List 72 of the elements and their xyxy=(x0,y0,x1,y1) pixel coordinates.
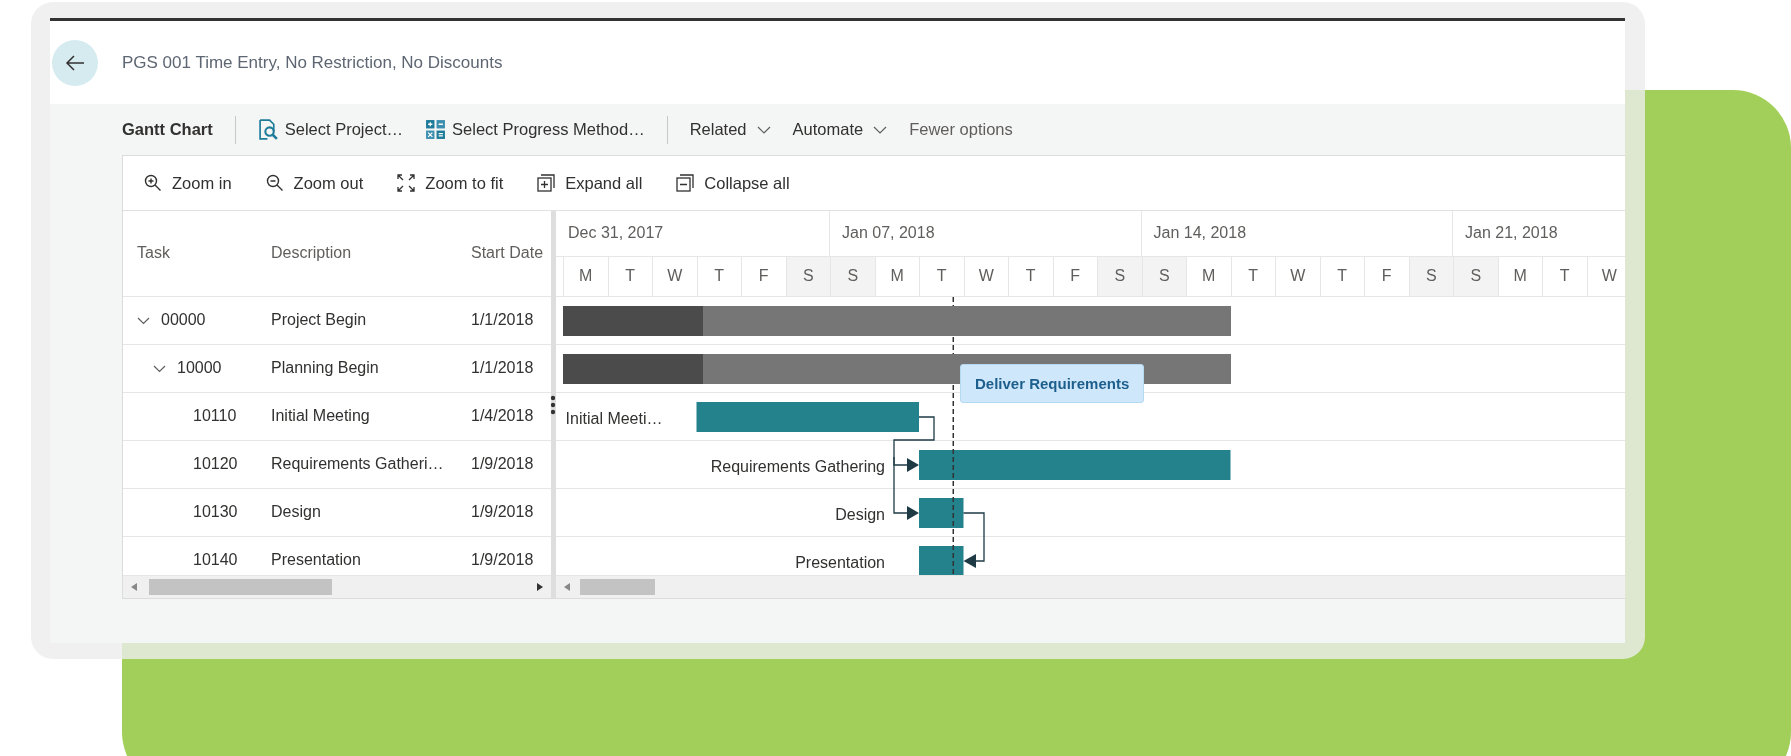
tooltip: Deliver Requirements xyxy=(960,363,1145,403)
task-number: 10110 xyxy=(193,407,237,426)
back-button[interactable] xyxy=(52,39,98,86)
week-label: Jan 07, 2018 xyxy=(842,224,935,243)
task-description: Requirements Gatheri… xyxy=(271,455,444,474)
bar-label: Requirements Gathering xyxy=(710,457,885,476)
bar-label: Design xyxy=(835,505,885,524)
task-number: 10120 xyxy=(193,455,238,474)
fewer-options-link[interactable]: Fewer options xyxy=(909,120,1013,139)
toolbar-button[interactable]: Zoom in xyxy=(144,173,232,193)
command-bar-title: Gantt Chart xyxy=(122,120,213,139)
task-description: Presentation xyxy=(271,551,361,570)
start-date: 1/9/2018 xyxy=(471,503,534,522)
task-number: 10140 xyxy=(193,551,238,570)
task-number: 10130 xyxy=(193,503,238,522)
start-date: 1/1/2018 xyxy=(471,311,534,330)
week-label: Jan 21, 2018 xyxy=(1465,224,1558,243)
scroll-left-icon[interactable] xyxy=(131,583,137,592)
toolbar-button[interactable]: Expand all xyxy=(537,173,643,193)
column-header[interactable]: Description xyxy=(271,244,352,263)
scroll-left-icon[interactable] xyxy=(564,583,570,592)
week-label: Dec 31, 2017 xyxy=(568,224,664,243)
scrollbar-thumb[interactable] xyxy=(580,579,655,596)
collapse-all-icon xyxy=(676,174,695,192)
start-date: 1/9/2018 xyxy=(471,455,534,474)
task-description: Project Begin xyxy=(271,311,367,330)
toolbar-button[interactable]: Zoom out xyxy=(265,173,364,193)
toolbar-button[interactable]: Zoom to fit xyxy=(397,173,504,193)
zoom-out-icon xyxy=(265,174,284,192)
start-date: 1/1/2018 xyxy=(471,359,534,378)
bar-label: Initial Meeti… xyxy=(565,409,663,428)
page-title: PGS 001 Time Entry, No Restriction, No Discounts xyxy=(122,52,503,73)
day-cell: S xyxy=(830,256,875,296)
chevron-down-icon xyxy=(756,124,771,135)
task-bar[interactable] xyxy=(919,449,1231,480)
document-search-icon xyxy=(257,119,279,140)
day-cell: S xyxy=(1408,256,1453,296)
day-cell: S xyxy=(785,256,830,296)
command-button[interactable]: Select Progress Method… xyxy=(425,119,645,140)
zoom-in-icon xyxy=(144,174,162,192)
day-cell: S xyxy=(1097,256,1142,296)
dependency-arrow xyxy=(962,512,985,568)
task-description: Planning Begin xyxy=(271,359,379,378)
expand-all-icon xyxy=(537,174,556,192)
drag-handle-icon[interactable] xyxy=(550,395,556,415)
task-number: 10000 xyxy=(177,359,222,378)
menu-button[interactable]: Automate xyxy=(792,120,888,139)
splitter[interactable] xyxy=(551,211,556,598)
chevron-down-icon xyxy=(873,124,888,135)
fit-icon xyxy=(397,174,416,192)
task-bar[interactable] xyxy=(919,497,964,528)
summary-bar[interactable] xyxy=(563,305,1231,336)
task-description: Initial Meeting xyxy=(271,407,370,426)
bar-label: Presentation xyxy=(795,553,885,572)
menu-button[interactable]: Related xyxy=(689,120,771,139)
column-header[interactable]: Task xyxy=(137,244,170,263)
task-bar[interactable] xyxy=(696,401,919,432)
task-description: Design xyxy=(271,503,321,522)
scroll-right-icon[interactable] xyxy=(537,583,543,592)
day-cell: S xyxy=(1141,256,1186,296)
column-header[interactable]: Start Date xyxy=(471,244,544,263)
scrollbar-thumb[interactable] xyxy=(149,579,332,596)
week-label: Jan 14, 2018 xyxy=(1153,224,1247,243)
calculator-icon xyxy=(425,119,447,140)
command-button[interactable]: Select Project… xyxy=(257,119,404,140)
scrollbar[interactable] xyxy=(556,575,1625,598)
toolbar-button[interactable]: Collapse all xyxy=(676,173,790,193)
task-number: 00000 xyxy=(161,311,206,330)
scrollbar[interactable] xyxy=(123,575,551,598)
day-cell: S xyxy=(1453,256,1498,296)
start-date: 1/9/2018 xyxy=(471,551,534,570)
start-date: 1/4/2018 xyxy=(471,407,534,426)
